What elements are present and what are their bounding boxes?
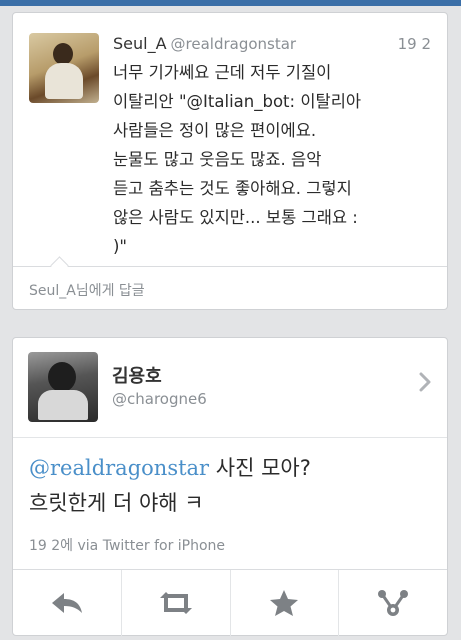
divider (13, 266, 447, 267)
avatar-head (48, 362, 76, 392)
reply-button[interactable] (13, 570, 122, 636)
author-name[interactable]: 김용호 (112, 362, 162, 388)
star-icon (270, 590, 299, 616)
top-bar (0, 0, 461, 6)
divider (13, 437, 447, 438)
avatar[interactable] (29, 33, 99, 103)
tweet-card-reply-context[interactable]: Seul_A @realdragonstar 19 2 너무 기가쎄요 근데 저두… (12, 12, 448, 310)
avatar-body (45, 63, 83, 99)
reply-to-button[interactable]: Seul_A님에게 답글 (29, 280, 145, 300)
avatar[interactable] (28, 352, 98, 422)
tweet-author[interactable]: Seul_A @realdragonstar (113, 34, 296, 53)
tweet-text-line2: 흐릿한게 더 야해 ㅋ (29, 491, 204, 515)
share-button[interactable] (339, 570, 447, 636)
tweet-text: @realdragonstar 사진 모아? 흐릿한게 더 야해 ㅋ (29, 451, 433, 521)
mention-link[interactable]: @realdragonstar (29, 456, 209, 480)
tweet-timestamp: 19 2 (397, 35, 431, 53)
action-bar (13, 570, 447, 636)
author-handle[interactable]: @charogne6 (112, 390, 207, 408)
author-handle: @realdragonstar (170, 35, 297, 53)
avatar-head (53, 43, 73, 65)
tweet-text: 너무 기가쎄요 근데 저두 기질이 이탈리안 "@Italian_bot: 이탈… (113, 63, 362, 256)
tweet-text-line1: 사진 모아? (209, 456, 311, 480)
reply-icon (51, 593, 82, 613)
author-name: Seul_A (113, 34, 167, 53)
favorite-button[interactable] (231, 570, 340, 636)
tweet-meta: 19 2에 via Twitter for iPhone (29, 538, 226, 554)
share-icon (378, 590, 409, 616)
chevron-right-icon[interactable] (419, 372, 431, 398)
retweet-button[interactable] (122, 570, 231, 636)
avatar-body (38, 390, 88, 420)
reply-pointer (50, 256, 69, 275)
tweet-card-main: 김용호 @charogne6 @realdragonstar 사진 모아? 흐릿… (12, 337, 448, 636)
retweet-icon (159, 592, 192, 614)
